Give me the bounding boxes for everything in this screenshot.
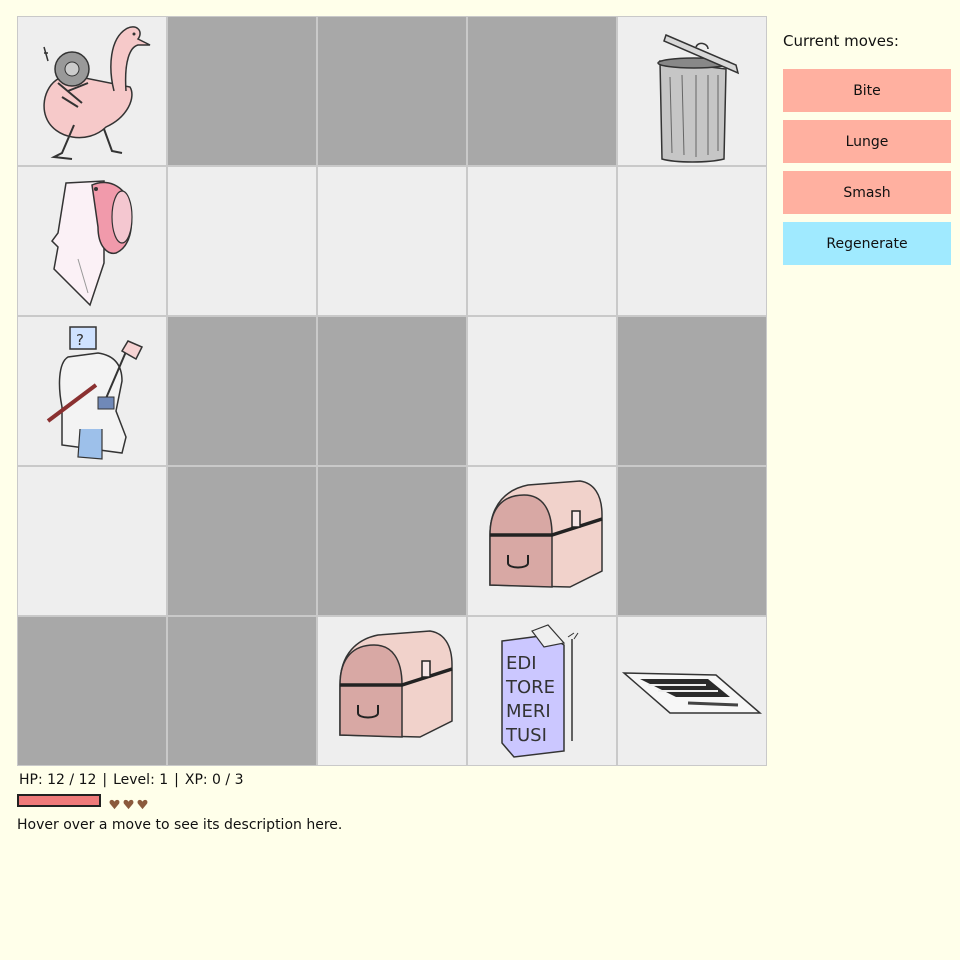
status-separator: | [174,772,179,788]
moves-title: Current moves: [783,32,899,50]
wall-tile[interactable] [617,316,767,466]
floor-tile[interactable] [167,166,317,316]
wall-tile[interactable] [617,466,767,616]
floor-tile[interactable]: floor-pit [617,616,767,766]
player-status: HP: 12 / 12 | Level: 1 | XP: 0 / 3 [19,770,244,790]
move-description: Hover over a move to see its description… [17,817,343,833]
svg-text:MERI: MERI [506,701,551,722]
wall-tile[interactable] [167,616,317,766]
floor-tile[interactable]: treasure-chest [317,616,467,766]
floor-tile[interactable] [467,316,617,466]
wall-tile[interactable] [317,16,467,166]
floor-tile[interactable] [617,166,767,316]
hp-bar-fill [19,795,99,805]
floor-tile[interactable] [317,166,467,316]
move-button-smash[interactable]: Smash [783,171,951,214]
moves-panel: Current moves: Bite Lunge Smash Regenerate [783,30,951,273]
move-button-regenerate[interactable]: Regenerate [783,222,951,265]
floor-tile[interactable]: EDI TORE MERI TUSI editore-box [467,616,617,766]
svg-text:TORE: TORE [505,677,555,698]
editore-box-sprite[interactable]: EDI TORE MERI TUSI [468,617,616,765]
wall-tile[interactable] [167,16,317,166]
svg-text:?: ? [76,331,84,349]
heart-icon [109,795,120,809]
mechanical-swan-sprite[interactable] [18,17,166,165]
hearts [109,795,148,809]
treasure-chest-sprite[interactable] [318,617,466,765]
wall-tile[interactable] [167,466,317,616]
svg-text:TUSI: TUSI [505,725,547,746]
moves-list: Bite Lunge Smash Regenerate [783,69,951,265]
hp-bar [17,793,101,807]
floor-pit-sprite[interactable] [618,617,766,765]
floor-tile[interactable] [467,166,617,316]
level-label: Level: 1 [113,772,169,788]
question-mark-scientist-sprite[interactable]: ? [18,317,166,465]
wall-tile[interactable] [167,316,317,466]
svg-text:EDI: EDI [506,653,537,674]
floor-tile[interactable]: torn-paper-backpack [17,166,167,316]
floor-tile[interactable]: ? question-mark-scientist [17,316,167,466]
wall-tile[interactable] [317,316,467,466]
status-separator: | [102,772,108,788]
wall-tile[interactable] [467,16,617,166]
heart-icon [123,795,134,809]
torn-paper-backpack-sprite[interactable] [18,167,166,315]
trash-can-sprite[interactable] [618,17,766,165]
move-button-bite[interactable]: Bite [783,69,951,112]
xp-label: XP: 0 / 3 [184,772,244,788]
heart-icon [137,795,148,809]
move-button-lunge[interactable]: Lunge [783,120,951,163]
floor-tile[interactable]: trash-can [617,16,767,166]
treasure-chest-sprite[interactable] [468,467,616,615]
game-board: mechanical-swan trash-can torn-paper-bac… [17,16,767,766]
floor-tile[interactable] [17,466,167,616]
hp-bar-row [17,793,148,809]
hp-label: HP: 12 / 12 [19,772,97,788]
wall-tile[interactable] [317,466,467,616]
wall-tile[interactable] [17,616,167,766]
floor-tile[interactable]: mechanical-swan [17,16,167,166]
floor-tile[interactable]: treasure-chest [467,466,617,616]
